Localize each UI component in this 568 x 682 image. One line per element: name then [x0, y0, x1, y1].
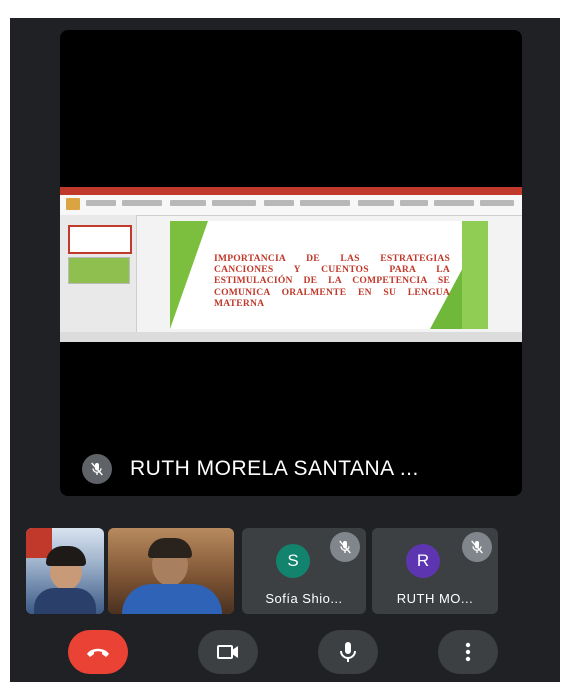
- video-camera-icon: [217, 645, 238, 659]
- phone-hangup-icon: [87, 648, 109, 657]
- microphone-button[interactable]: [318, 630, 378, 674]
- slide-decoration-left: [170, 221, 208, 329]
- slide-thumbnail-1: [68, 225, 132, 254]
- avatar: R: [406, 544, 440, 578]
- slide-decoration-right-band: [462, 221, 488, 329]
- app-status-bar: [60, 332, 522, 342]
- participant-name: Sofía Shio...: [265, 591, 343, 606]
- microphone-icon: [340, 642, 356, 662]
- participant-tile-3[interactable]: S Sofía Shio...: [242, 528, 366, 614]
- participant-name: RUTH MO...: [396, 591, 474, 606]
- participant-tile-4[interactable]: R RUTH MO...: [372, 528, 498, 614]
- end-call-button[interactable]: [68, 630, 128, 674]
- camera-button[interactable]: [198, 630, 258, 674]
- slide-title: IMPORTANCIA DE LAS ESTRATEGIAS CANCIONES…: [214, 253, 450, 309]
- slide-thumbnails: [60, 215, 137, 332]
- app-title-bar: [60, 187, 522, 195]
- app-ribbon: [60, 195, 522, 216]
- participant-video-tile-1[interactable]: [26, 528, 104, 614]
- slide-canvas: IMPORTANCIA DE LAS ESTRATEGIAS CANCIONES…: [170, 221, 488, 329]
- mic-off-icon: [82, 454, 112, 484]
- meeting-screen: IMPORTANCIA DE LAS ESTRATEGIAS CANCIONES…: [10, 18, 560, 682]
- main-video-tile[interactable]: IMPORTANCIA DE LAS ESTRATEGIAS CANCIONES…: [60, 30, 522, 496]
- presenter-label: RUTH MORELA SANTANA ...: [82, 454, 419, 484]
- mic-off-icon: [330, 532, 360, 562]
- mic-off-icon: [462, 532, 492, 562]
- participant-video-tile-2[interactable]: [108, 528, 234, 614]
- shared-screen: IMPORTANCIA DE LAS ESTRATEGIAS CANCIONES…: [60, 187, 522, 342]
- more-vertical-icon: [465, 642, 471, 662]
- more-options-button[interactable]: [438, 630, 498, 674]
- slide-thumbnail-2: [68, 257, 130, 284]
- presenter-name: RUTH MORELA SANTANA ...: [130, 457, 419, 480]
- avatar: S: [276, 544, 310, 578]
